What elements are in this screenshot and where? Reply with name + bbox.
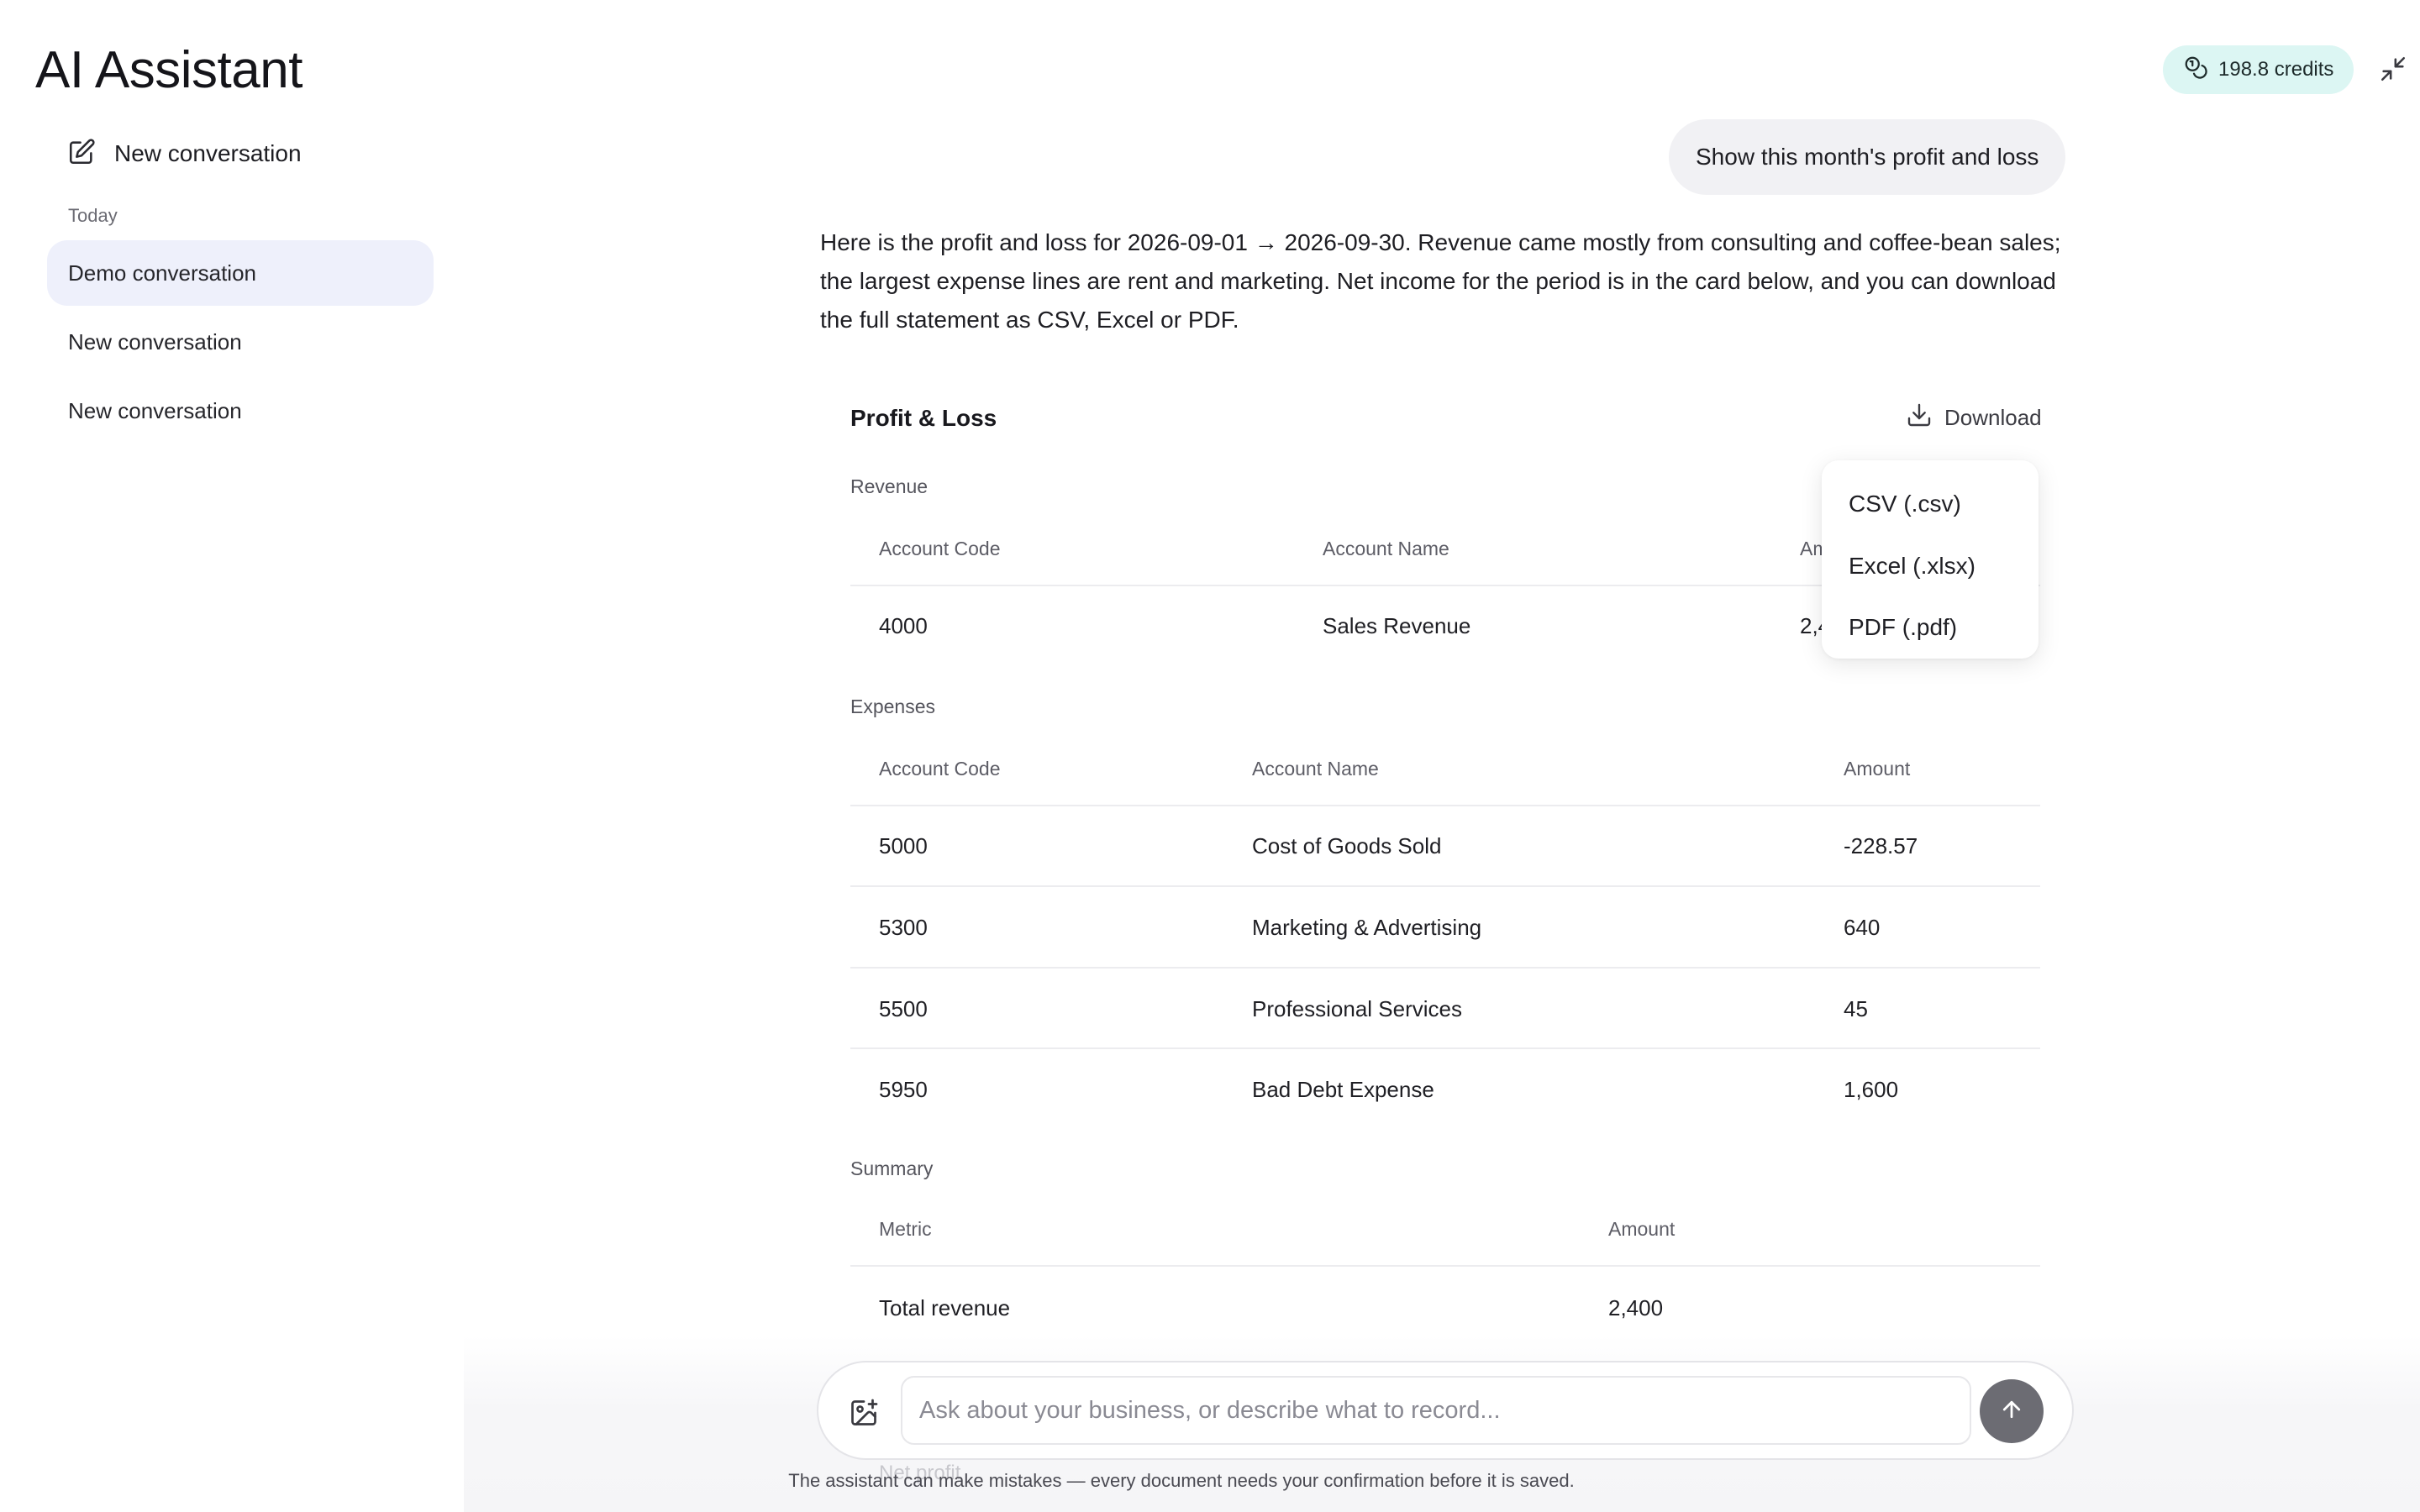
summary-section-label: Summary: [850, 1158, 934, 1179]
collapse-button[interactable]: [2376, 54, 2410, 87]
column-header: Account Code: [879, 538, 1001, 559]
assistant-message: Here is the profit and loss for 2026-09-…: [820, 223, 2077, 339]
download-button[interactable]: Download: [1906, 402, 2042, 434]
column-header: Amount: [1608, 1218, 1676, 1240]
account-name-cell: Cost of Goods Sold: [1252, 833, 1442, 858]
image-plus-icon: [849, 1399, 879, 1431]
amount-cell: 640: [1844, 915, 1881, 940]
menu-item-pdf[interactable]: PDF (.pdf): [1849, 614, 1957, 641]
attach-image-button[interactable]: [849, 1398, 879, 1428]
account-name-cell: Bad Debt Expense: [1252, 1077, 1434, 1102]
amount-cell: -228.57: [1844, 833, 1918, 858]
account-code-cell: 5950: [879, 1077, 928, 1102]
message-input[interactable]: [902, 1378, 1970, 1443]
divider: [850, 1047, 2040, 1049]
account-name-cell: Professional Services: [1252, 996, 1462, 1021]
coins-icon: [2183, 55, 2208, 86]
disclaimer: The assistant can make mistakes — every …: [0, 1470, 2420, 1492]
account-code-cell: 5300: [879, 915, 928, 940]
download-label: Download: [1944, 405, 2042, 430]
assistant-message-line: the full statement as CSV, Excel or PDF.: [820, 307, 1239, 333]
app-title: AI Assistant: [35, 41, 302, 99]
revenue-section-label: Revenue: [850, 475, 929, 497]
conversation-item[interactable]: New conversation: [47, 309, 434, 375]
expenses-section-label: Expenses: [850, 696, 936, 717]
assistant-message-line: Here is the profit and loss for 2026-09-…: [820, 229, 2061, 255]
metric-cell: Total revenue: [879, 1295, 1011, 1320]
account-code-cell: 4000: [879, 613, 928, 638]
new-conversation-button[interactable]: New conversation: [47, 126, 434, 181]
message-input-wrapper: [901, 1376, 1971, 1445]
column-header: Metric: [879, 1218, 932, 1240]
conversation-item[interactable]: New conversation: [47, 378, 434, 444]
download-menu: CSV (.csv) Excel (.xlsx) PDF (.pdf): [1822, 460, 2039, 659]
new-conversation-label: New conversation: [114, 140, 302, 166]
account-name-cell: Sales Revenue: [1323, 613, 1471, 638]
column-header: Account Code: [879, 758, 1001, 780]
divider: [850, 967, 2040, 969]
divider: [850, 805, 2040, 806]
divider: [850, 1265, 2040, 1267]
amount-cell: 45: [1844, 996, 1868, 1021]
conversation-item-demo[interactable]: Demo conversation: [47, 240, 434, 306]
disclaimer-text: The assistant can make mistakes — every …: [788, 1470, 1575, 1491]
divider: [850, 885, 2040, 887]
amount-cell: 1,600: [1844, 1077, 1899, 1102]
minimize-icon: [2379, 55, 2407, 87]
amount-cell: 2,400: [1608, 1295, 1664, 1320]
section-label-today: Today: [68, 205, 118, 226]
column-header: Account Name: [1252, 758, 1379, 780]
user-message: Show this month's profit and loss: [1669, 119, 2066, 195]
assistant-message-line: the largest expense lines are rent and m…: [820, 268, 2056, 294]
credits-badge[interactable]: 198.8 credits: [2163, 45, 2354, 94]
send-button[interactable]: [1980, 1379, 2044, 1443]
account-code-cell: 5500: [879, 996, 928, 1021]
card-title: Profit & Loss: [850, 405, 997, 431]
sidebar: New conversation Today Demo conversation…: [47, 126, 434, 444]
arrow-up-icon: [1999, 1397, 2024, 1426]
composer: [817, 1361, 2074, 1460]
menu-item-csv[interactable]: CSV (.csv): [1849, 491, 1961, 517]
edit-icon: [67, 138, 96, 171]
menu-item-excel[interactable]: Excel (.xlsx): [1849, 553, 1975, 580]
account-name-cell: Marketing & Advertising: [1252, 915, 1482, 940]
account-code-cell: 5000: [879, 833, 928, 858]
column-header: Account Name: [1323, 538, 1449, 559]
column-header: Amount: [1844, 758, 1911, 780]
download-icon: [1906, 402, 1933, 434]
credits-label: 198.8 credits: [2218, 58, 2334, 81]
